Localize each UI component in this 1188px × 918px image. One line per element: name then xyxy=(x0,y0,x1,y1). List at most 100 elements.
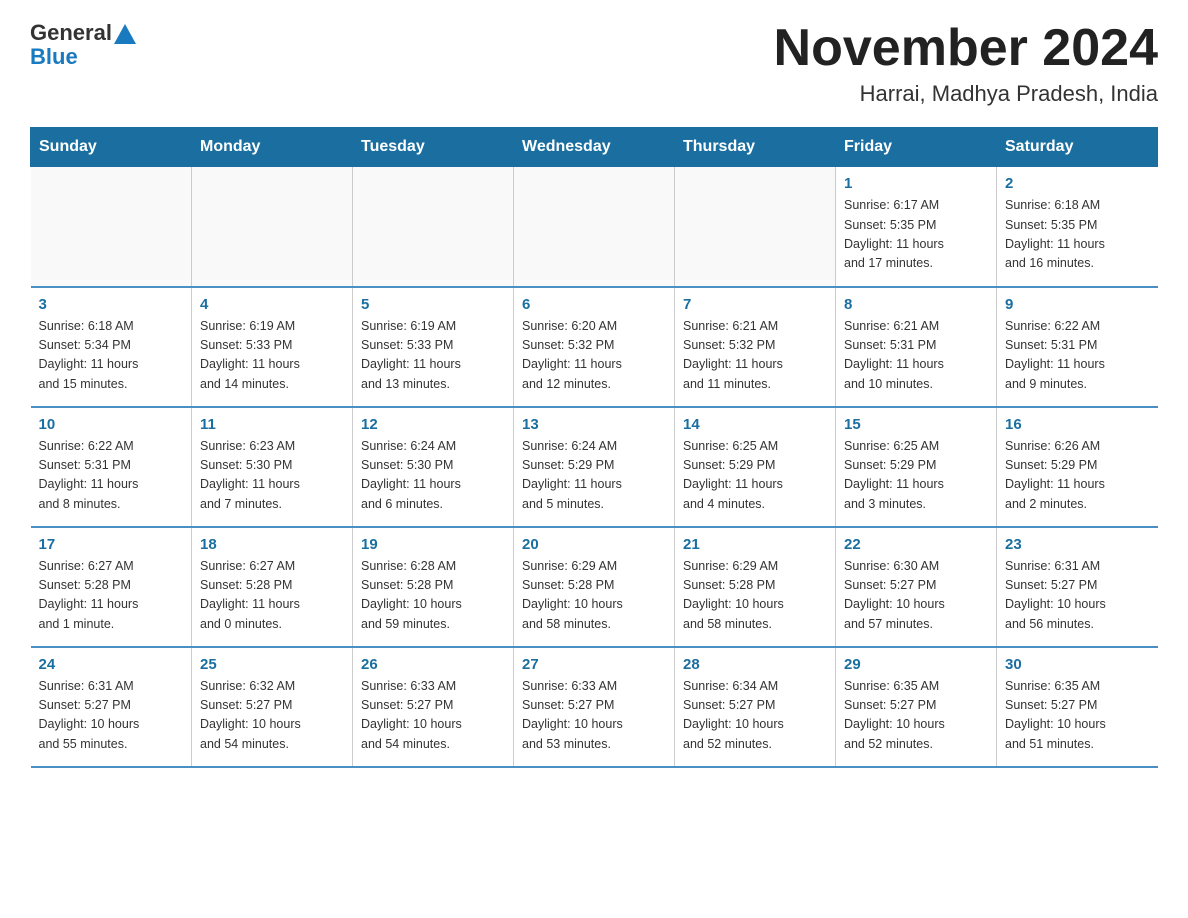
table-row: 17Sunrise: 6:27 AM Sunset: 5:28 PM Dayli… xyxy=(31,527,192,647)
table-row: 28 Sunrise: 6:34 AM Sunset: 5:27 PM Dayli… xyxy=(675,647,836,767)
day-info: Sunrise: 6:19 AM Sunset: 5:33 PM Dayligh… xyxy=(200,317,344,395)
table-row: 19 Sunrise: 6:28 AM Sunset: 5:28 PM Dayli… xyxy=(353,527,514,647)
day-number: 20 xyxy=(522,536,666,553)
table-row xyxy=(192,167,353,287)
table-row: 23 Sunrise: 6:31 AM Sunset: 5:27 PM Dayli… xyxy=(997,527,1158,647)
location-subtitle: Harrai, Madhya Pradesh, India xyxy=(774,81,1158,107)
table-row: 2 Sunrise: 6:18 AM Sunset: 5:35 PM Daylig… xyxy=(997,167,1158,287)
day-info: Sunrise: 6:26 AM Sunset: 5:29 PM Dayligh… xyxy=(1005,437,1150,515)
col-monday: Monday xyxy=(192,128,353,167)
day-info: Sunrise: 6:28 AM Sunset: 5:28 PM Dayligh… xyxy=(361,557,505,635)
day-info: Sunrise: 6:21 AM Sunset: 5:31 PM Dayligh… xyxy=(844,317,988,395)
day-info: Sunrise: 6:22 AM Sunset: 5:31 PM Dayligh… xyxy=(1005,317,1150,395)
day-number: 6 xyxy=(522,296,666,313)
day-number: 3 xyxy=(39,296,184,313)
day-info: Sunrise: 6:33 AM Sunset: 5:27 PM Dayligh… xyxy=(361,677,505,755)
day-info: Sunrise: 6:31 AM Sunset: 5:27 PM Dayligh… xyxy=(39,677,184,755)
day-number: 13 xyxy=(522,416,666,433)
day-info: Sunrise: 6:30 AM Sunset: 5:27 PM Dayligh… xyxy=(844,557,988,635)
day-info: Sunrise: 6:21 AM Sunset: 5:32 PM Dayligh… xyxy=(683,317,827,395)
table-row: 9 Sunrise: 6:22 AM Sunset: 5:31 PM Daylig… xyxy=(997,287,1158,407)
day-info: Sunrise: 6:25 AM Sunset: 5:29 PM Dayligh… xyxy=(683,437,827,515)
day-number: 19 xyxy=(361,536,505,553)
day-info: Sunrise: 6:17 AM Sunset: 5:35 PM Dayligh… xyxy=(844,196,988,274)
day-number: 16 xyxy=(1005,416,1150,433)
calendar-week-row: 24 Sunrise: 6:31 AM Sunset: 5:27 PM Dayli… xyxy=(31,647,1158,767)
calendar-week-row: 1 Sunrise: 6:17 AM Sunset: 5:35 PM Daylig… xyxy=(31,167,1158,287)
day-number: 24 xyxy=(39,656,184,673)
calendar-header-row: Sunday Monday Tuesday Wednesday Thursday… xyxy=(31,128,1158,167)
table-row: 15Sunrise: 6:25 AM Sunset: 5:29 PM Dayli… xyxy=(836,407,997,527)
col-tuesday: Tuesday xyxy=(353,128,514,167)
col-saturday: Saturday xyxy=(997,128,1158,167)
table-row: 12Sunrise: 6:24 AM Sunset: 5:30 PM Dayli… xyxy=(353,407,514,527)
calendar-table: Sunday Monday Tuesday Wednesday Thursday… xyxy=(30,127,1158,768)
logo: General Blue xyxy=(30,20,136,70)
table-row xyxy=(353,167,514,287)
table-row: 8 Sunrise: 6:21 AM Sunset: 5:31 PM Daylig… xyxy=(836,287,997,407)
day-number: 14 xyxy=(683,416,827,433)
day-info: Sunrise: 6:25 AM Sunset: 5:29 PM Dayligh… xyxy=(844,437,988,515)
day-number: 25 xyxy=(200,656,344,673)
day-number: 2 xyxy=(1005,175,1150,192)
day-number: 10 xyxy=(39,416,184,433)
day-number: 28 xyxy=(683,656,827,673)
day-number: 23 xyxy=(1005,536,1150,553)
logo-general-text: General xyxy=(30,20,112,46)
day-number: 7 xyxy=(683,296,827,313)
day-info: Sunrise: 6:34 AM Sunset: 5:27 PM Dayligh… xyxy=(683,677,827,755)
day-info: Sunrise: 6:35 AM Sunset: 5:27 PM Dayligh… xyxy=(1005,677,1150,755)
calendar-week-row: 17Sunrise: 6:27 AM Sunset: 5:28 PM Dayli… xyxy=(31,527,1158,647)
day-info: Sunrise: 6:27 AM Sunset: 5:28 PM Dayligh… xyxy=(200,557,344,635)
table-row: 3Sunrise: 6:18 AM Sunset: 5:34 PM Daylig… xyxy=(31,287,192,407)
day-number: 9 xyxy=(1005,296,1150,313)
table-row: 10 Sunrise: 6:22 AM Sunset: 5:31 PM Dayli… xyxy=(31,407,192,527)
day-info: Sunrise: 6:31 AM Sunset: 5:27 PM Dayligh… xyxy=(1005,557,1150,635)
day-number: 11 xyxy=(200,416,344,433)
table-row: 4 Sunrise: 6:19 AM Sunset: 5:33 PM Daylig… xyxy=(192,287,353,407)
day-info: Sunrise: 6:29 AM Sunset: 5:28 PM Dayligh… xyxy=(683,557,827,635)
table-row: 11 Sunrise: 6:23 AM Sunset: 5:30 PM Dayli… xyxy=(192,407,353,527)
day-info: Sunrise: 6:20 AM Sunset: 5:32 PM Dayligh… xyxy=(522,317,666,395)
logo-icon xyxy=(114,24,136,44)
day-number: 5 xyxy=(361,296,505,313)
day-number: 22 xyxy=(844,536,988,553)
calendar-week-row: 10 Sunrise: 6:22 AM Sunset: 5:31 PM Dayli… xyxy=(31,407,1158,527)
day-number: 8 xyxy=(844,296,988,313)
table-row: 20 Sunrise: 6:29 AM Sunset: 5:28 PM Dayli… xyxy=(514,527,675,647)
day-info: Sunrise: 6:33 AM Sunset: 5:27 PM Dayligh… xyxy=(522,677,666,755)
col-sunday: Sunday xyxy=(31,128,192,167)
day-info: Sunrise: 6:29 AM Sunset: 5:28 PM Dayligh… xyxy=(522,557,666,635)
day-number: 27 xyxy=(522,656,666,673)
day-number: 1 xyxy=(844,175,988,192)
day-info: Sunrise: 6:23 AM Sunset: 5:30 PM Dayligh… xyxy=(200,437,344,515)
table-row xyxy=(31,167,192,287)
table-row: 1 Sunrise: 6:17 AM Sunset: 5:35 PM Daylig… xyxy=(836,167,997,287)
table-row: 13Sunrise: 6:24 AM Sunset: 5:29 PM Dayli… xyxy=(514,407,675,527)
table-row: 16 Sunrise: 6:26 AM Sunset: 5:29 PM Dayli… xyxy=(997,407,1158,527)
day-info: Sunrise: 6:22 AM Sunset: 5:31 PM Dayligh… xyxy=(39,437,184,515)
day-number: 26 xyxy=(361,656,505,673)
col-thursday: Thursday xyxy=(675,128,836,167)
logo-blue-text: Blue xyxy=(30,44,78,70)
table-row: 6 Sunrise: 6:20 AM Sunset: 5:32 PM Daylig… xyxy=(514,287,675,407)
table-row: 18Sunrise: 6:27 AM Sunset: 5:28 PM Dayli… xyxy=(192,527,353,647)
col-friday: Friday xyxy=(836,128,997,167)
table-row: 26 Sunrise: 6:33 AM Sunset: 5:27 PM Dayli… xyxy=(353,647,514,767)
day-info: Sunrise: 6:18 AM Sunset: 5:35 PM Dayligh… xyxy=(1005,196,1150,274)
calendar-week-row: 3Sunrise: 6:18 AM Sunset: 5:34 PM Daylig… xyxy=(31,287,1158,407)
day-info: Sunrise: 6:32 AM Sunset: 5:27 PM Dayligh… xyxy=(200,677,344,755)
day-number: 4 xyxy=(200,296,344,313)
title-section: November 2024 Harrai, Madhya Pradesh, In… xyxy=(774,20,1158,107)
table-row xyxy=(514,167,675,287)
day-info: Sunrise: 6:27 AM Sunset: 5:28 PM Dayligh… xyxy=(39,557,184,635)
day-number: 12 xyxy=(361,416,505,433)
table-row: 25 Sunrise: 6:32 AM Sunset: 5:27 PM Dayli… xyxy=(192,647,353,767)
col-wednesday: Wednesday xyxy=(514,128,675,167)
day-info: Sunrise: 6:35 AM Sunset: 5:27 PM Dayligh… xyxy=(844,677,988,755)
table-row: 21Sunrise: 6:29 AM Sunset: 5:28 PM Dayli… xyxy=(675,527,836,647)
table-row: 27 Sunrise: 6:33 AM Sunset: 5:27 PM Dayli… xyxy=(514,647,675,767)
day-number: 30 xyxy=(1005,656,1150,673)
table-row: 29Sunrise: 6:35 AM Sunset: 5:27 PM Dayli… xyxy=(836,647,997,767)
day-info: Sunrise: 6:19 AM Sunset: 5:33 PM Dayligh… xyxy=(361,317,505,395)
